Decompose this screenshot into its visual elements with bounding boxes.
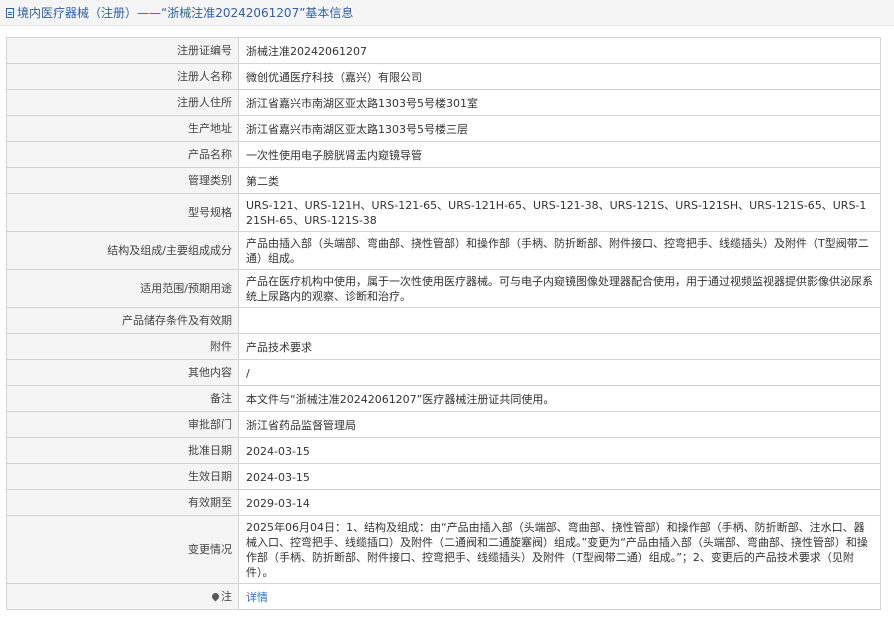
- field-label: 审批部门: [6, 411, 239, 438]
- field-value: /: [238, 359, 881, 386]
- note-value: 详情: [238, 583, 881, 610]
- field-label: 注册人住所: [6, 89, 239, 116]
- field-value: 一次性使用电子膀胱肾盂内窥镜导管: [238, 141, 881, 168]
- table-row: 注册人住所 浙江省嘉兴市南湖区亚太路1303号5号楼301室: [6, 89, 881, 116]
- field-value: 微创优通医疗科技（嘉兴）有限公司: [238, 63, 881, 90]
- details-link[interactable]: 详情: [246, 591, 268, 604]
- field-label: 产品名称: [6, 141, 239, 168]
- table-row: 适用范围/预期用途 产品在医疗机构中使用，属于一次性使用医疗器械。可与电子内窥镜…: [6, 269, 881, 308]
- field-value: 浙械注准20242061207: [238, 37, 881, 64]
- table-row: 生产地址 浙江省嘉兴市南湖区亚太路1303号5号楼三层: [6, 115, 881, 142]
- field-label: 生效日期: [6, 463, 239, 490]
- field-label: 型号规格: [6, 193, 239, 232]
- table-row: 附件 产品技术要求: [6, 333, 881, 360]
- table-row: 产品名称 一次性使用电子膀胱肾盂内窥镜导管: [6, 141, 881, 168]
- field-value: URS-121、URS-121H、URS-121-65、URS-121H-65、…: [238, 193, 881, 232]
- page-title: 境内医疗器械（注册）——“浙械注准20242061207”基本信息: [17, 6, 354, 20]
- page-header: 境内医疗器械（注册）——“浙械注准20242061207”基本信息: [0, 0, 894, 26]
- table-row: 型号规格 URS-121、URS-121H、URS-121-65、URS-121…: [6, 193, 881, 232]
- field-label: 其他内容: [6, 359, 239, 386]
- field-value: 2029-03-14: [238, 489, 881, 516]
- table-row: 产品储存条件及有效期: [6, 307, 881, 334]
- table-row: 结构及组成/主要组成成分 产品由插入部（头端部、弯曲部、挠性管部）和操作部（手柄…: [6, 231, 881, 270]
- info-table-wrapper: 注册证编号 浙械注准20242061207 注册人名称 微创优通医疗科技（嘉兴）…: [6, 37, 881, 610]
- table-row: 注册证编号 浙械注准20242061207: [6, 37, 881, 64]
- table-row: 批准日期 2024-03-15: [6, 437, 881, 464]
- field-label: 产品储存条件及有效期: [6, 307, 239, 334]
- field-value: 产品技术要求: [238, 333, 881, 360]
- info-table: 注册证编号 浙械注准20242061207 注册人名称 微创优通医疗科技（嘉兴）…: [6, 37, 881, 610]
- field-value: 产品由插入部（头端部、弯曲部、挠性管部）和操作部（手柄、防折断部、附件接口、控弯…: [238, 231, 881, 270]
- table-row: 注 详情: [6, 583, 881, 610]
- field-label: 备注: [6, 385, 239, 412]
- field-label: 适用范围/预期用途: [6, 269, 239, 308]
- note-label: 注: [6, 583, 239, 610]
- field-value: [238, 307, 881, 334]
- note-label-text: 注: [221, 590, 232, 603]
- field-label: 批准日期: [6, 437, 239, 464]
- table-row: 审批部门 浙江省药品监督管理局: [6, 411, 881, 438]
- field-value: 2024-03-15: [238, 437, 881, 464]
- table-row: 其他内容 /: [6, 359, 881, 386]
- field-value: 本文件与“浙械注准20242061207”医疗器械注册证共同使用。: [238, 385, 881, 412]
- field-value: 产品在医疗机构中使用，属于一次性使用医疗器械。可与电子内窥镜图像处理器配合使用，…: [238, 269, 881, 308]
- field-value: 2024-03-15: [238, 463, 881, 490]
- field-value: 第二类: [238, 167, 881, 194]
- table-row: 注册人名称 微创优通医疗科技（嘉兴）有限公司: [6, 63, 881, 90]
- table-row: 生效日期 2024-03-15: [6, 463, 881, 490]
- field-label: 有效期至: [6, 489, 239, 516]
- field-value: 浙江省药品监督管理局: [238, 411, 881, 438]
- table-row: 有效期至 2029-03-14: [6, 489, 881, 516]
- table-row: 备注 本文件与“浙械注准20242061207”医疗器械注册证共同使用。: [6, 385, 881, 412]
- field-label: 附件: [6, 333, 239, 360]
- field-label: 管理类别: [6, 167, 239, 194]
- field-value: 2025年06月04日：1、结构及组成：由“产品由插入部（头端部、弯曲部、挠性管…: [238, 515, 881, 584]
- field-value: 浙江省嘉兴市南湖区亚太路1303号5号楼301室: [238, 89, 881, 116]
- document-icon: [6, 7, 14, 18]
- field-label: 注册人名称: [6, 63, 239, 90]
- field-value: 浙江省嘉兴市南湖区亚太路1303号5号楼三层: [238, 115, 881, 142]
- table-row: 变更情况 2025年06月04日：1、结构及组成：由“产品由插入部（头端部、弯曲…: [6, 515, 881, 584]
- field-label: 注册证编号: [6, 37, 239, 64]
- field-label: 变更情况: [6, 515, 239, 584]
- table-row: 管理类别 第二类: [6, 167, 881, 194]
- field-label: 结构及组成/主要组成成分: [6, 231, 239, 270]
- field-label: 生产地址: [6, 115, 239, 142]
- pin-icon: [210, 591, 221, 601]
